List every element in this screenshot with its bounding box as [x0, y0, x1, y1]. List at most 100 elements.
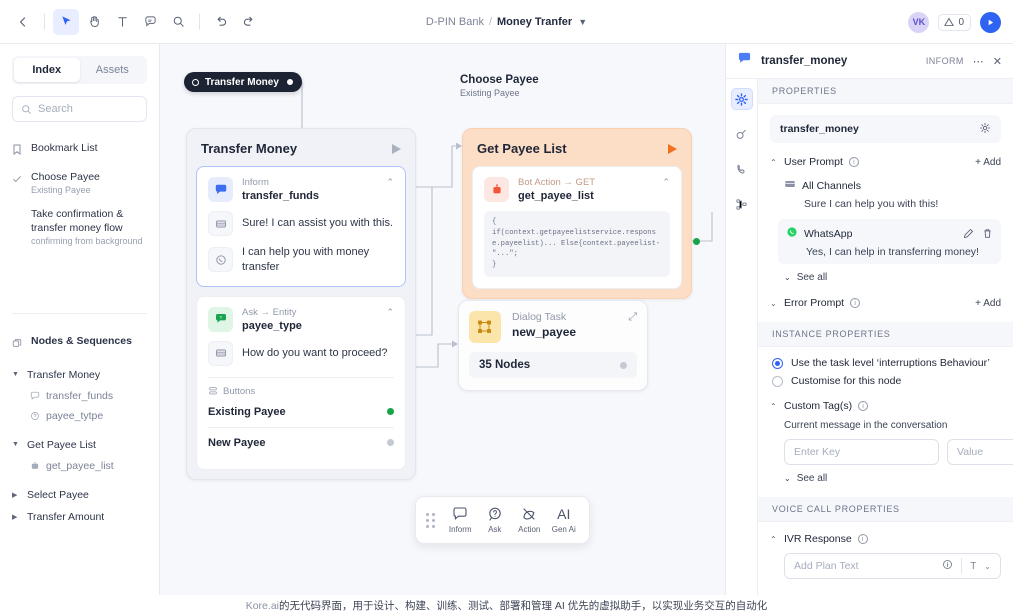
chevron-up-icon[interactable]: ⌃: [386, 307, 394, 318]
more-icon[interactable]: ⋯: [973, 55, 984, 68]
node-transfer-money[interactable]: Transfer Money Inform transfer_funds ⌃ S…: [186, 128, 416, 480]
insert-inform-button[interactable]: Inform: [445, 506, 476, 534]
close-icon[interactable]: ✕: [993, 55, 1002, 68]
start-node-pill[interactable]: Transfer Money: [184, 72, 302, 92]
tab-index[interactable]: Index: [14, 58, 80, 82]
output-port[interactable]: [387, 439, 394, 447]
card-inform[interactable]: Inform transfer_funds ⌃ Sure! I can assi…: [196, 166, 406, 287]
custom-tag-value-input[interactable]: [947, 439, 1013, 465]
sidebar-group-transfer-amount[interactable]: ▶ Transfer Amount: [0, 506, 159, 528]
chevron-down-icon[interactable]: ▼: [12, 441, 20, 448]
chevron-up-icon[interactable]: ⌃: [770, 158, 778, 167]
output-port[interactable]: [620, 361, 627, 369]
output-port[interactable]: [387, 408, 394, 416]
group-user-prompt[interactable]: ⌃ User Prompt i + Add: [770, 156, 1001, 168]
sidebar-search[interactable]: [12, 96, 147, 122]
group-header[interactable]: ▼ Transfer Money: [0, 364, 159, 386]
hand-tool-button[interactable]: [81, 9, 107, 35]
radio-customise-node[interactable]: Customise for this node: [772, 375, 1001, 387]
start-output-port[interactable]: [286, 79, 293, 85]
sidebar-item-choose-payee[interactable]: Choose Payee Existing Payee: [0, 165, 159, 202]
breadcrumb-task[interactable]: Money Tranfer: [497, 16, 572, 28]
code-expression[interactable]: { if(context.getpayeelistservice.respons…: [484, 211, 670, 277]
chevron-up-icon[interactable]: ⌃: [386, 177, 394, 188]
chevron-down-icon[interactable]: ▼: [578, 17, 587, 27]
search-input[interactable]: [38, 103, 138, 115]
phone-icon[interactable]: [731, 158, 753, 180]
play-icon[interactable]: [668, 143, 677, 154]
insert-ask-button[interactable]: Ask: [480, 506, 511, 534]
play-icon[interactable]: [392, 143, 401, 154]
see-all-custom-tags[interactable]: ⌄ See all: [784, 473, 1001, 484]
button-existing-payee[interactable]: Existing Payee: [208, 397, 394, 427]
breadcrumb[interactable]: D-PIN Bank / Money Tranfer ▼: [426, 16, 587, 28]
sidebar-node-get-payee-list[interactable]: get_payee_list: [0, 456, 159, 476]
chevron-up-icon[interactable]: ⌃: [770, 402, 778, 411]
expand-icon[interactable]: ⤢: [628, 311, 637, 324]
gear-icon[interactable]: [979, 122, 991, 137]
delete-icon[interactable]: [982, 228, 993, 241]
drag-handle-icon[interactable]: [426, 512, 435, 528]
chevron-right-icon[interactable]: ▶: [12, 513, 20, 521]
button-new-payee[interactable]: New Payee: [208, 426, 394, 458]
sidebar-node-transfer-funds[interactable]: transfer_funds: [0, 386, 159, 406]
sidebar-item-bookmark-list[interactable]: Bookmark List: [0, 136, 159, 165]
prompt-item-all-channels[interactable]: All Channels Sure I can help you with th…: [784, 177, 1001, 210]
chevron-down-icon[interactable]: ▼: [12, 371, 20, 378]
back-button[interactable]: [10, 9, 36, 35]
sidebar-node-payee-tytpe[interactable]: payee_tytpe: [0, 406, 159, 426]
node-get-payee-list[interactable]: Get Payee List Bot Action → GET get_paye…: [462, 128, 700, 299]
tab-assets[interactable]: Assets: [80, 58, 146, 82]
sidebar-section-nodes-sequences[interactable]: Nodes & Sequences: [0, 326, 159, 358]
card-bot-action[interactable]: Bot Action → GET get_payee_list ⌃ { if(c…: [472, 166, 682, 289]
custom-tag-key-input[interactable]: [784, 439, 939, 465]
radio-icon[interactable]: [772, 375, 783, 387]
group-ivr-response[interactable]: ⌃ IVR Response i: [770, 533, 1001, 545]
pointer-tool-button[interactable]: [53, 8, 79, 35]
add-user-prompt-button[interactable]: + Add: [975, 157, 1001, 168]
avatar[interactable]: VK: [908, 11, 930, 33]
chevron-right-icon[interactable]: ▶: [12, 491, 20, 499]
run-button[interactable]: [980, 11, 1001, 33]
zoom-tool-button[interactable]: [165, 9, 191, 35]
node-name-field[interactable]: transfer_money: [770, 115, 1001, 143]
chevron-up-icon[interactable]: ⌃: [770, 535, 778, 544]
connections-icon[interactable]: [731, 123, 753, 145]
flow-icon[interactable]: [731, 193, 753, 215]
output-port[interactable]: [693, 238, 700, 245]
insert-action-button[interactable]: Action: [514, 506, 545, 534]
flow-canvas[interactable]: Transfer Money Choose Payee Existing Pay…: [160, 44, 725, 595]
chevron-up-icon[interactable]: ⌃: [662, 177, 670, 188]
edit-icon[interactable]: [963, 228, 974, 241]
prompt-item-whatsapp[interactable]: WhatsApp Yes, I can help in transferring…: [778, 219, 1001, 264]
info-icon[interactable]: i: [850, 298, 861, 308]
text-tool-button[interactable]: [109, 9, 135, 35]
chevron-down-icon[interactable]: ⌄: [770, 299, 778, 308]
sidebar-item-take-confirmation[interactable]: Take confirmation & transfer money flow …: [0, 202, 159, 253]
node-dialog-task[interactable]: Dialog Task new_payee ⤢ 35 Nodes: [458, 300, 648, 391]
undo-button[interactable]: [208, 9, 234, 35]
info-icon[interactable]: i: [848, 157, 859, 167]
settings-icon[interactable]: [730, 88, 753, 110]
group-header[interactable]: ▼ Get Payee List: [0, 434, 159, 456]
node-insert-toolbar[interactable]: Inform Ask Action AI Gen Ai: [415, 496, 590, 544]
chevron-down-icon[interactable]: ⌄: [984, 562, 991, 571]
ivr-response-field[interactable]: Add Plan Text T ⌄: [784, 553, 1001, 579]
add-error-prompt-button[interactable]: + Add: [975, 298, 1001, 309]
insert-genai-button[interactable]: AI Gen Ai: [549, 506, 580, 534]
radio-icon[interactable]: [772, 357, 783, 369]
breadcrumb-app[interactable]: D-PIN Bank: [426, 16, 484, 28]
group-error-prompt[interactable]: ⌄ Error Prompt i + Add: [770, 297, 1001, 309]
radio-task-level[interactable]: Use the task level ‘interruptions Behavi…: [772, 357, 1001, 369]
comment-tool-button[interactable]: [137, 9, 163, 35]
redo-button[interactable]: [236, 9, 262, 35]
nodes-count-chip[interactable]: 35 Nodes: [469, 352, 637, 378]
text-format-icon[interactable]: T: [970, 561, 976, 572]
see-all-user-prompts[interactable]: ⌄ See all: [784, 272, 1001, 283]
group-custom-tags[interactable]: ⌃ Custom Tag(s) i: [770, 400, 1001, 412]
info-icon[interactable]: [942, 559, 953, 573]
warning-chip[interactable]: 0: [938, 13, 971, 31]
card-ask[interactable]: ? Ask → Entity payee_type ⌃ How do you w…: [196, 295, 406, 470]
sidebar-group-select-payee[interactable]: ▶ Select Payee: [0, 484, 159, 506]
info-icon[interactable]: i: [858, 401, 869, 411]
